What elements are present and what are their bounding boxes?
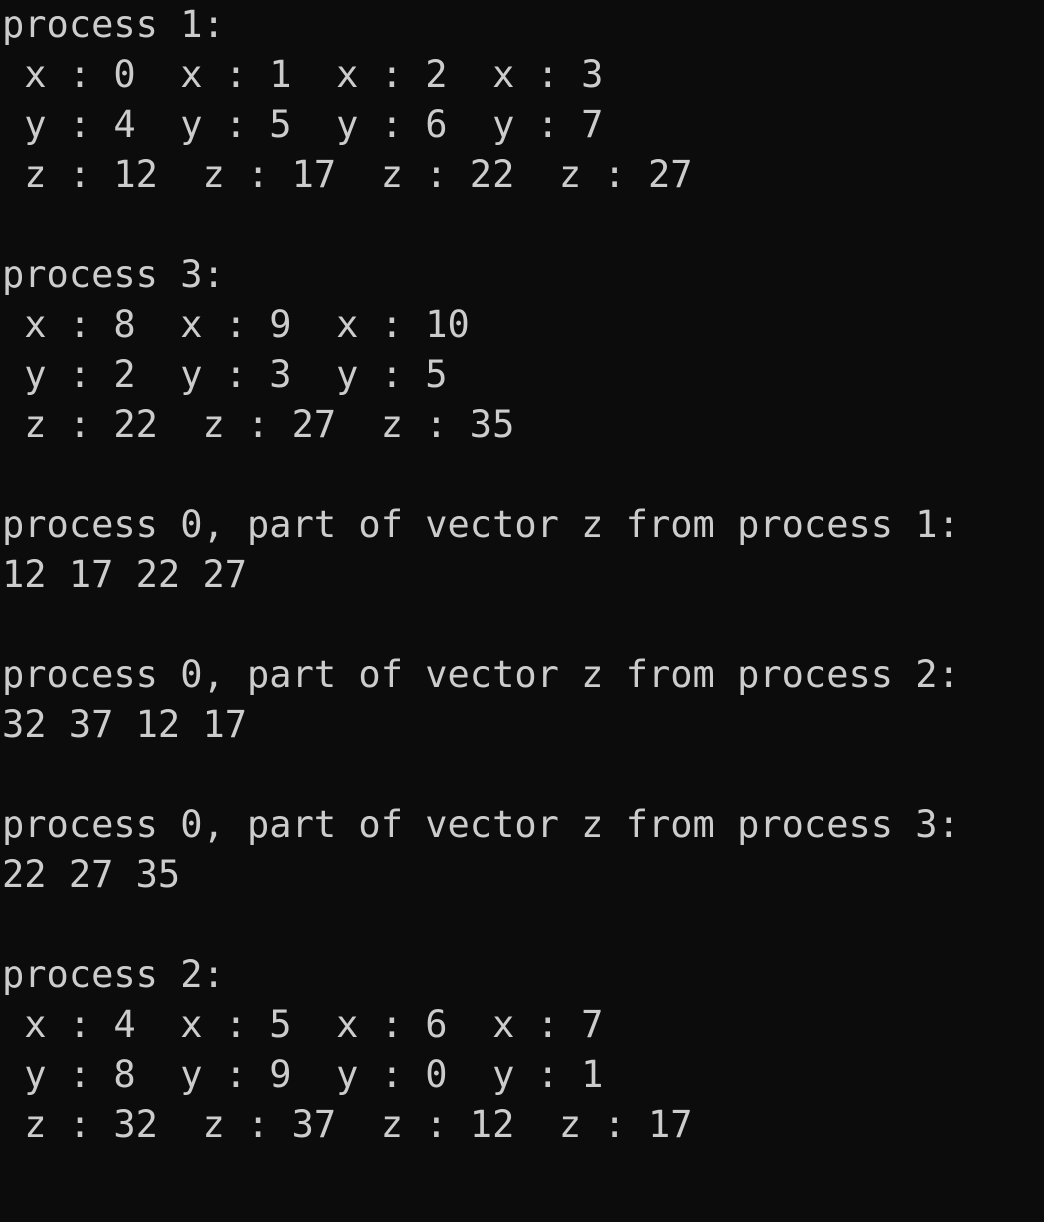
output-line: x : 0 x : 1 x : 2 x : 3	[2, 53, 604, 96]
output-line: process 1:	[2, 3, 225, 46]
output-line: z : 22 z : 27 z : 35	[2, 403, 515, 446]
output-line: process 2:	[2, 953, 225, 996]
output-line: process 0, part of vector z from process…	[2, 803, 960, 846]
output-line: y : 2 y : 3 y : 5	[2, 353, 448, 396]
output-line: y : 4 y : 5 y : 6 y : 7	[2, 103, 604, 146]
output-line: x : 8 x : 9 x : 10	[2, 303, 470, 346]
output-line: 22 27 35	[2, 853, 181, 896]
output-line: x : 4 x : 5 x : 6 x : 7	[2, 1003, 604, 1046]
output-line: y : 8 y : 9 y : 0 y : 1	[2, 1053, 604, 1096]
output-line: z : 12 z : 17 z : 22 z : 27	[2, 153, 693, 196]
output-line: process 0, part of vector z from process…	[2, 653, 960, 696]
output-line: process 0, part of vector z from process…	[2, 503, 960, 546]
console-window[interactable]: process 1: x : 0 x : 1 x : 2 x : 3 y : 4…	[0, 0, 1044, 1222]
output-line: 12 17 22 27	[2, 553, 248, 596]
output-line: 32 37 12 17	[2, 703, 248, 746]
output-line: z : 32 z : 37 z : 12 z : 17	[2, 1103, 693, 1146]
output-line: process 3:	[2, 253, 225, 296]
